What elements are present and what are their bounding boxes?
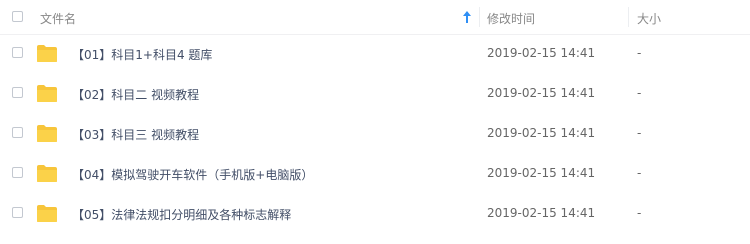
folder-icon [37,85,57,102]
column-header-time[interactable]: 修改时间 [487,10,535,27]
folder-icon [37,125,57,142]
row-checkbox[interactable] [12,207,23,218]
column-header-size[interactable]: 大小 [637,10,661,27]
column-header-name[interactable]: 文件名 [40,10,76,27]
folder-icon [37,165,57,182]
file-name[interactable]: 【02】科目二 视频教程 [72,86,199,103]
file-size: - [637,166,642,180]
column-divider[interactable] [628,7,629,27]
column-divider[interactable] [479,7,480,27]
file-row[interactable]: 【01】科目1+科目4 题库 2019-02-15 14:41 - [0,33,750,73]
file-name[interactable]: 【01】科目1+科目4 题库 [72,46,212,63]
folder-icon [37,45,57,62]
file-name[interactable]: 【04】模拟驾驶开车软件（手机版+电脑版） [72,166,313,183]
modified-time: 2019-02-15 14:41 [487,46,596,60]
file-size: - [637,206,642,220]
row-checkbox[interactable] [12,167,23,178]
folder-icon [37,205,57,222]
file-row[interactable]: 【05】法律法规扣分明细及各种标志解释 2019-02-15 14:41 - [0,193,750,233]
file-row[interactable]: 【04】模拟驾驶开车软件（手机版+电脑版） 2019-02-15 14:41 - [0,153,750,193]
file-size: - [637,86,642,100]
row-checkbox[interactable] [12,127,23,138]
arrow-up-icon[interactable] [462,10,472,24]
file-row[interactable]: 【03】科目三 视频教程 2019-02-15 14:41 - [0,113,750,153]
file-name[interactable]: 【05】法律法规扣分明细及各种标志解释 [72,206,291,223]
file-list-header: 文件名 修改时间 大小 [0,0,750,35]
file-size: - [637,46,642,60]
select-all-checkbox[interactable] [12,11,23,22]
file-name[interactable]: 【03】科目三 视频教程 [72,126,199,143]
modified-time: 2019-02-15 14:41 [487,166,596,180]
modified-time: 2019-02-15 14:41 [487,126,596,140]
row-checkbox[interactable] [12,87,23,98]
file-row[interactable]: 【02】科目二 视频教程 2019-02-15 14:41 - [0,73,750,113]
file-size: - [637,126,642,140]
modified-time: 2019-02-15 14:41 [487,206,596,220]
row-checkbox[interactable] [12,47,23,58]
modified-time: 2019-02-15 14:41 [487,86,596,100]
